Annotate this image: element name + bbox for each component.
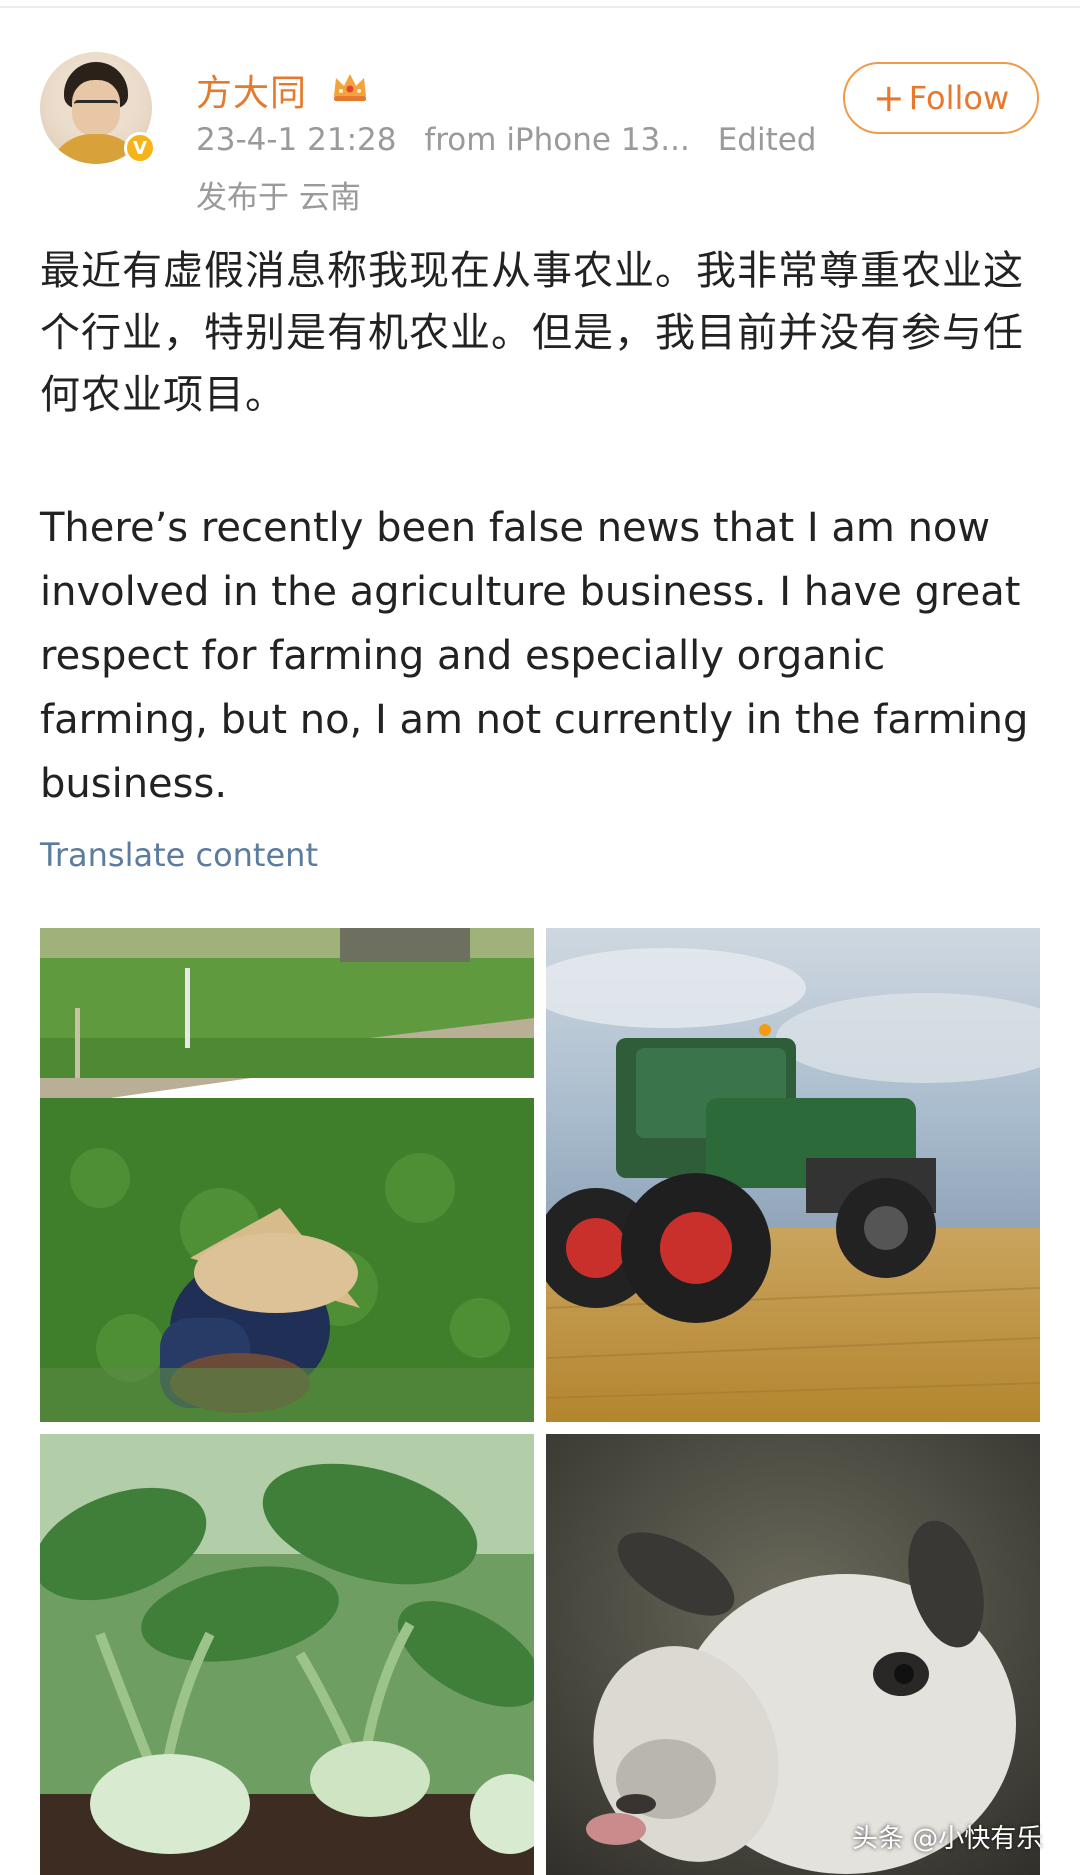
- verified-badge-icon: V: [124, 132, 156, 164]
- follow-button[interactable]: + Follow: [843, 62, 1039, 134]
- username[interactable]: 方大同: [196, 64, 307, 116]
- post-location: 发布于 云南: [196, 180, 361, 216]
- translate-content-link[interactable]: Translate content: [40, 836, 318, 874]
- top-divider: [0, 6, 1080, 8]
- post-image-goat[interactable]: [546, 1434, 1040, 1875]
- post-source: from iPhone 13...: [424, 122, 690, 158]
- post-timestamp: 23-4-1 21:28: [196, 122, 397, 158]
- post-image-kohlrabi[interactable]: [40, 1434, 534, 1875]
- post-image-farmer[interactable]: [40, 928, 534, 1422]
- post-text-english: There’s recently been false news that I …: [40, 505, 1029, 807]
- plus-icon: +: [872, 76, 905, 120]
- follow-label: Follow: [908, 79, 1010, 117]
- watermark: 头条 @小快有乐: [852, 1824, 1043, 1854]
- crown-icon: [334, 74, 366, 101]
- post-text-chinese: 最近有虚假消息称我现在从事农业。我非常尊重农业这个行业，特别是有机农业。但是，我…: [40, 248, 1024, 418]
- edited-label[interactable]: Edited: [718, 122, 817, 158]
- post-meta: 23-4-1 21:28 from iPhone 13... Edited: [196, 122, 816, 158]
- post-image-tractor[interactable]: [546, 928, 1040, 1422]
